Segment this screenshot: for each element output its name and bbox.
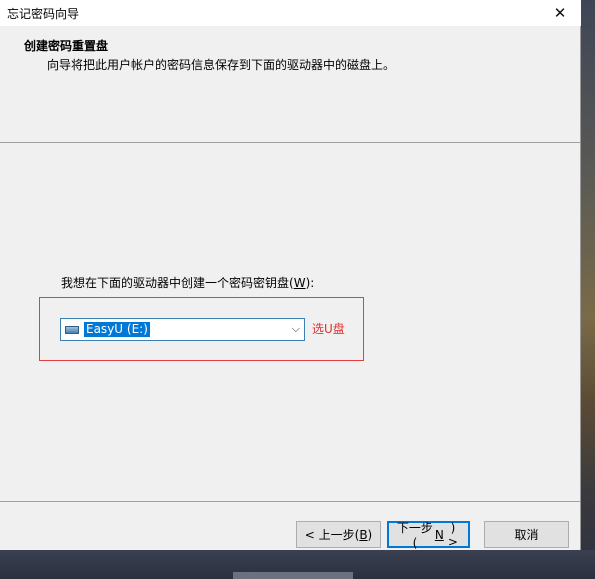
drive-select-label: 我想在下面的驱动器中创建一个密码密钥盘(W): — [61, 276, 315, 290]
window-title: 忘记密码向导 — [7, 7, 80, 21]
page-heading: 创建密码重置盘 — [24, 39, 109, 53]
close-icon: ✕ — [553, 4, 567, 22]
next-button[interactable]: 下一步(N) > — [387, 521, 470, 550]
title-bar: 忘记密码向导 ✕ — [0, 0, 581, 26]
cancel-button[interactable]: 取消 — [484, 521, 569, 548]
close-button[interactable]: ✕ — [539, 0, 581, 26]
page-description: 向导将把此用户帐户的密码信息保存到下面的驱动器中的磁盘上。 — [47, 58, 396, 72]
back-button[interactable]: < 上一步(B) — [296, 521, 381, 548]
desktop-bottom-strip — [0, 550, 595, 579]
wizard-window: 忘记密码向导 ✕ 创建密码重置盘 向导将把此用户帐户的密码信息保存到下面的驱动器… — [0, 0, 581, 550]
desktop-thumbnail-edge — [233, 572, 353, 579]
footer-divider — [0, 501, 580, 502]
access-key-w: W — [293, 276, 306, 290]
drive-select[interactable]: EasyU (E:) ⌵ — [60, 318, 305, 341]
usb-drive-icon — [65, 326, 79, 334]
drive-select-value: EasyU (E:) — [84, 322, 150, 337]
annotation-text: 选U盘 — [312, 322, 345, 336]
chevron-down-icon[interactable]: ⌵ — [292, 322, 300, 336]
header-divider — [0, 142, 580, 143]
wizard-header: 创建密码重置盘 向导将把此用户帐户的密码信息保存到下面的驱动器中的磁盘上。 — [0, 26, 580, 142]
